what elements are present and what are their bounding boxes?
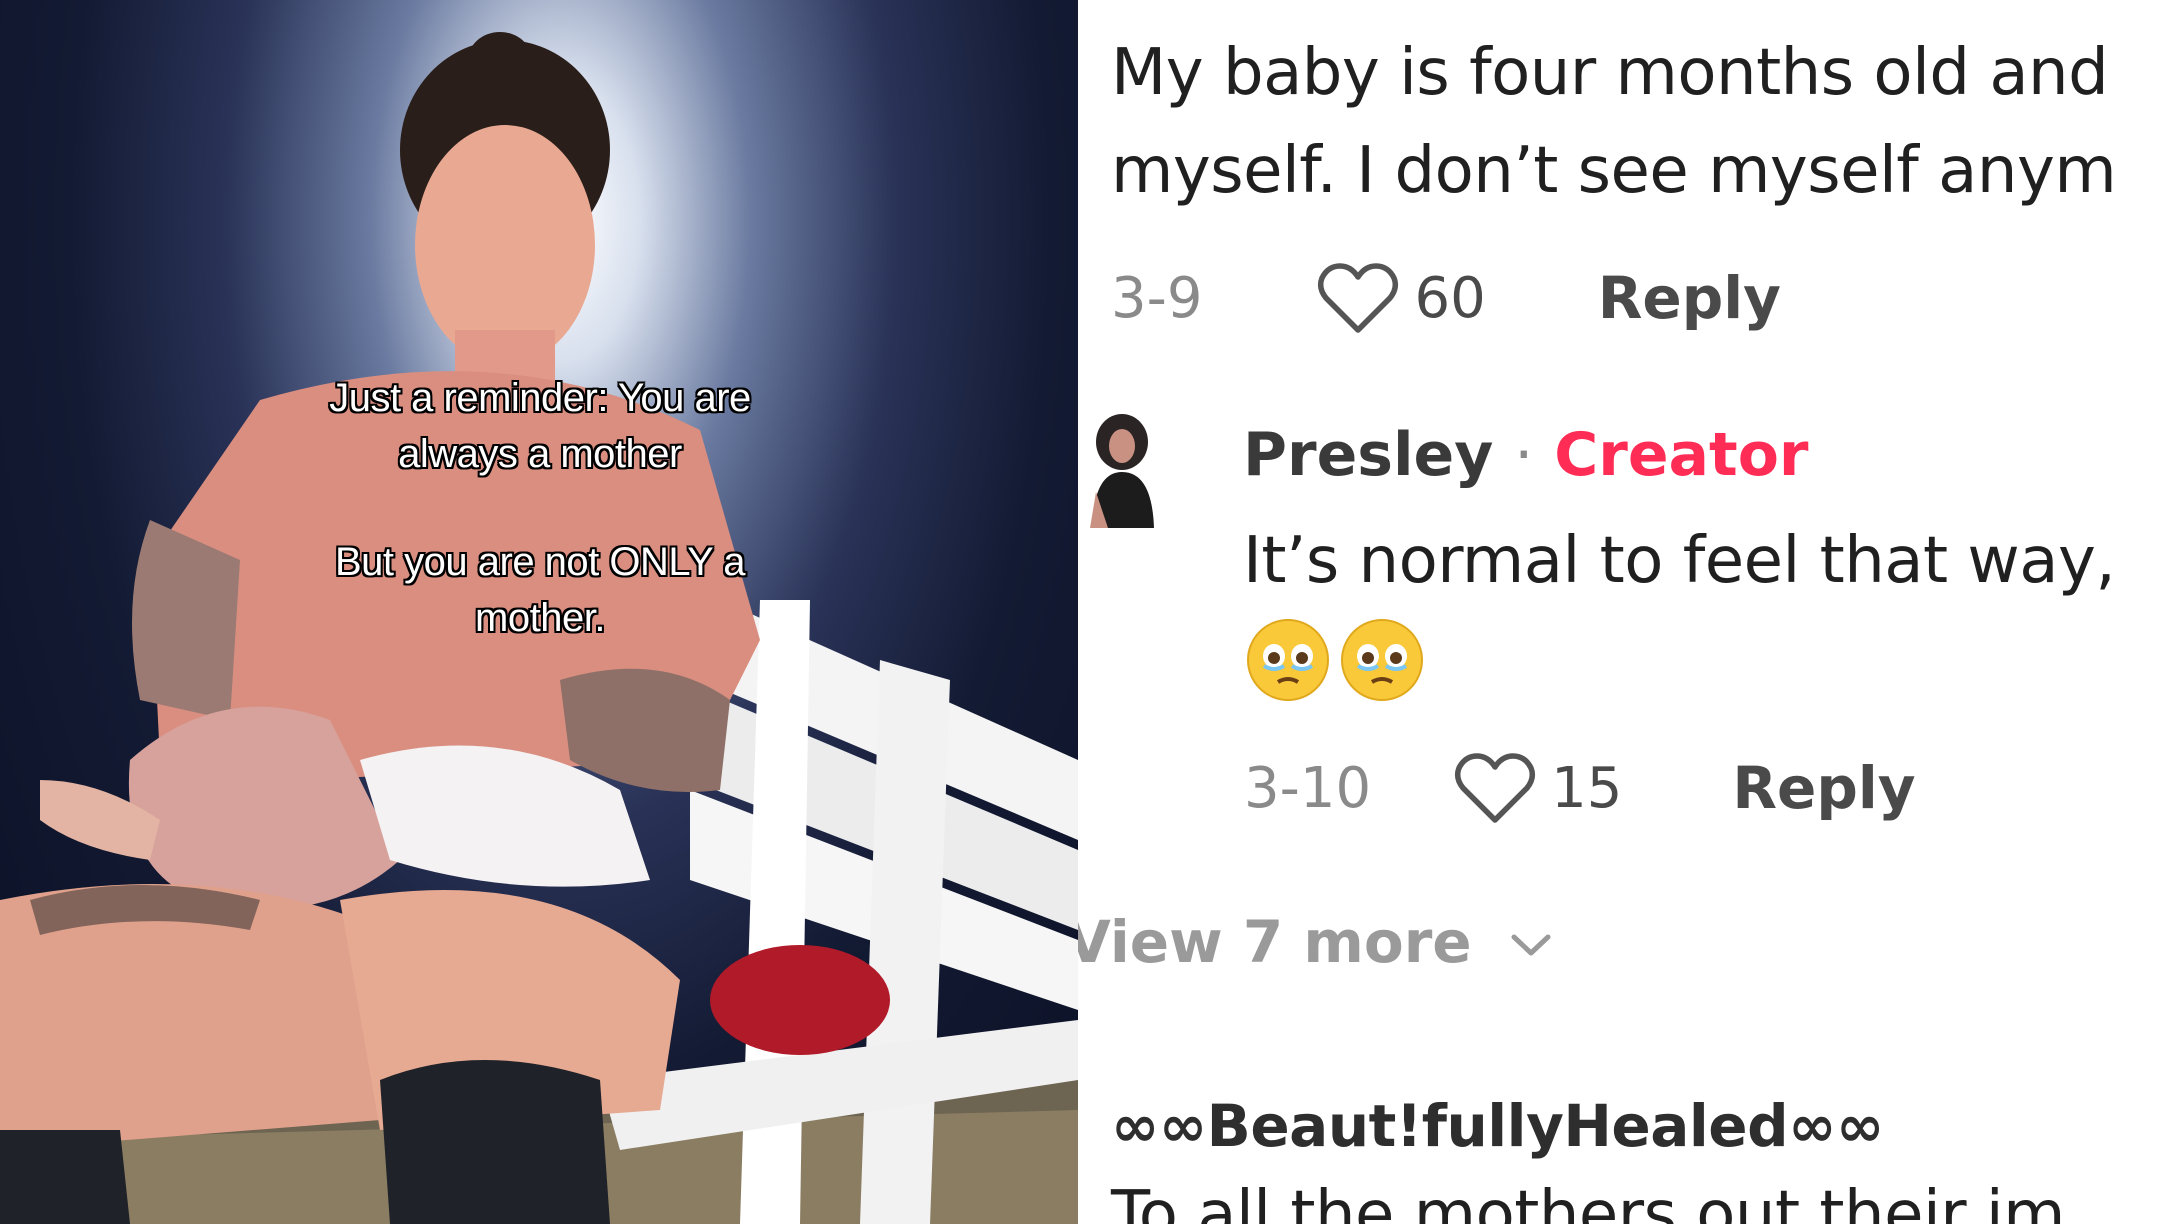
- face-holding-back-tears-icon: [1341, 619, 1423, 701]
- comment-meta: 3-10 15 Reply: [1244, 748, 1916, 828]
- like-button[interactable]: 60: [1316, 260, 1486, 336]
- caption-block-1: Just a reminder: You are always a mother: [240, 370, 840, 482]
- like-count: 15: [1551, 755, 1623, 821]
- view-more-label: View 7 more: [1078, 908, 1472, 976]
- emoji-row: [1244, 616, 1432, 704]
- separator-dot: ·: [1514, 420, 1534, 490]
- author-name[interactable]: Presley: [1243, 420, 1493, 490]
- view-more-replies-button[interactable]: View 7 more: [1078, 908, 1554, 976]
- comment-author[interactable]: ∞∞Beaut!fullyHealed∞∞: [1111, 1092, 1884, 1160]
- comments-panel: My baby is four months old and myself. I…: [1078, 0, 2176, 1224]
- caption-line: Just a reminder: You are: [329, 376, 751, 420]
- like-count: 60: [1414, 265, 1486, 331]
- face-holding-back-tears-icon: [1247, 619, 1329, 701]
- comment-date: 3-9: [1111, 265, 1203, 331]
- reply-button[interactable]: Reply: [1598, 264, 1781, 332]
- chevron-down-icon: [1511, 934, 1551, 956]
- caption-block-2: But you are not ONLY a mother.: [240, 534, 840, 646]
- heart-icon: [1318, 263, 1399, 333]
- comment-meta: 3-9 60 Reply: [1111, 258, 1781, 338]
- comment-body-line: myself. I don’t see myself anym: [1111, 134, 2117, 208]
- creator-badge: Creator: [1554, 420, 1809, 490]
- caption-line: But you are not ONLY a: [335, 540, 746, 584]
- comment-body-line: It’s normal to feel that way,: [1243, 524, 2116, 598]
- comment-author-line: Presley · Creator: [1243, 420, 1809, 490]
- video-frame[interactable]: Just a reminder: You are always a mother…: [0, 0, 1078, 1224]
- comment-body-line: My baby is four months old and: [1111, 36, 2109, 110]
- heart-icon: [1455, 753, 1536, 823]
- screen: Just a reminder: You are always a mother…: [0, 0, 2176, 1224]
- avatar[interactable]: [1082, 412, 1158, 528]
- caption-line: always a mother: [398, 432, 682, 476]
- caption-line: mother.: [475, 596, 605, 640]
- comment-body-line: To all the mothers out their im: [1111, 1178, 2066, 1224]
- comment-date: 3-10: [1244, 755, 1372, 821]
- reply-button[interactable]: Reply: [1732, 754, 1915, 822]
- like-button[interactable]: 15: [1453, 750, 1622, 826]
